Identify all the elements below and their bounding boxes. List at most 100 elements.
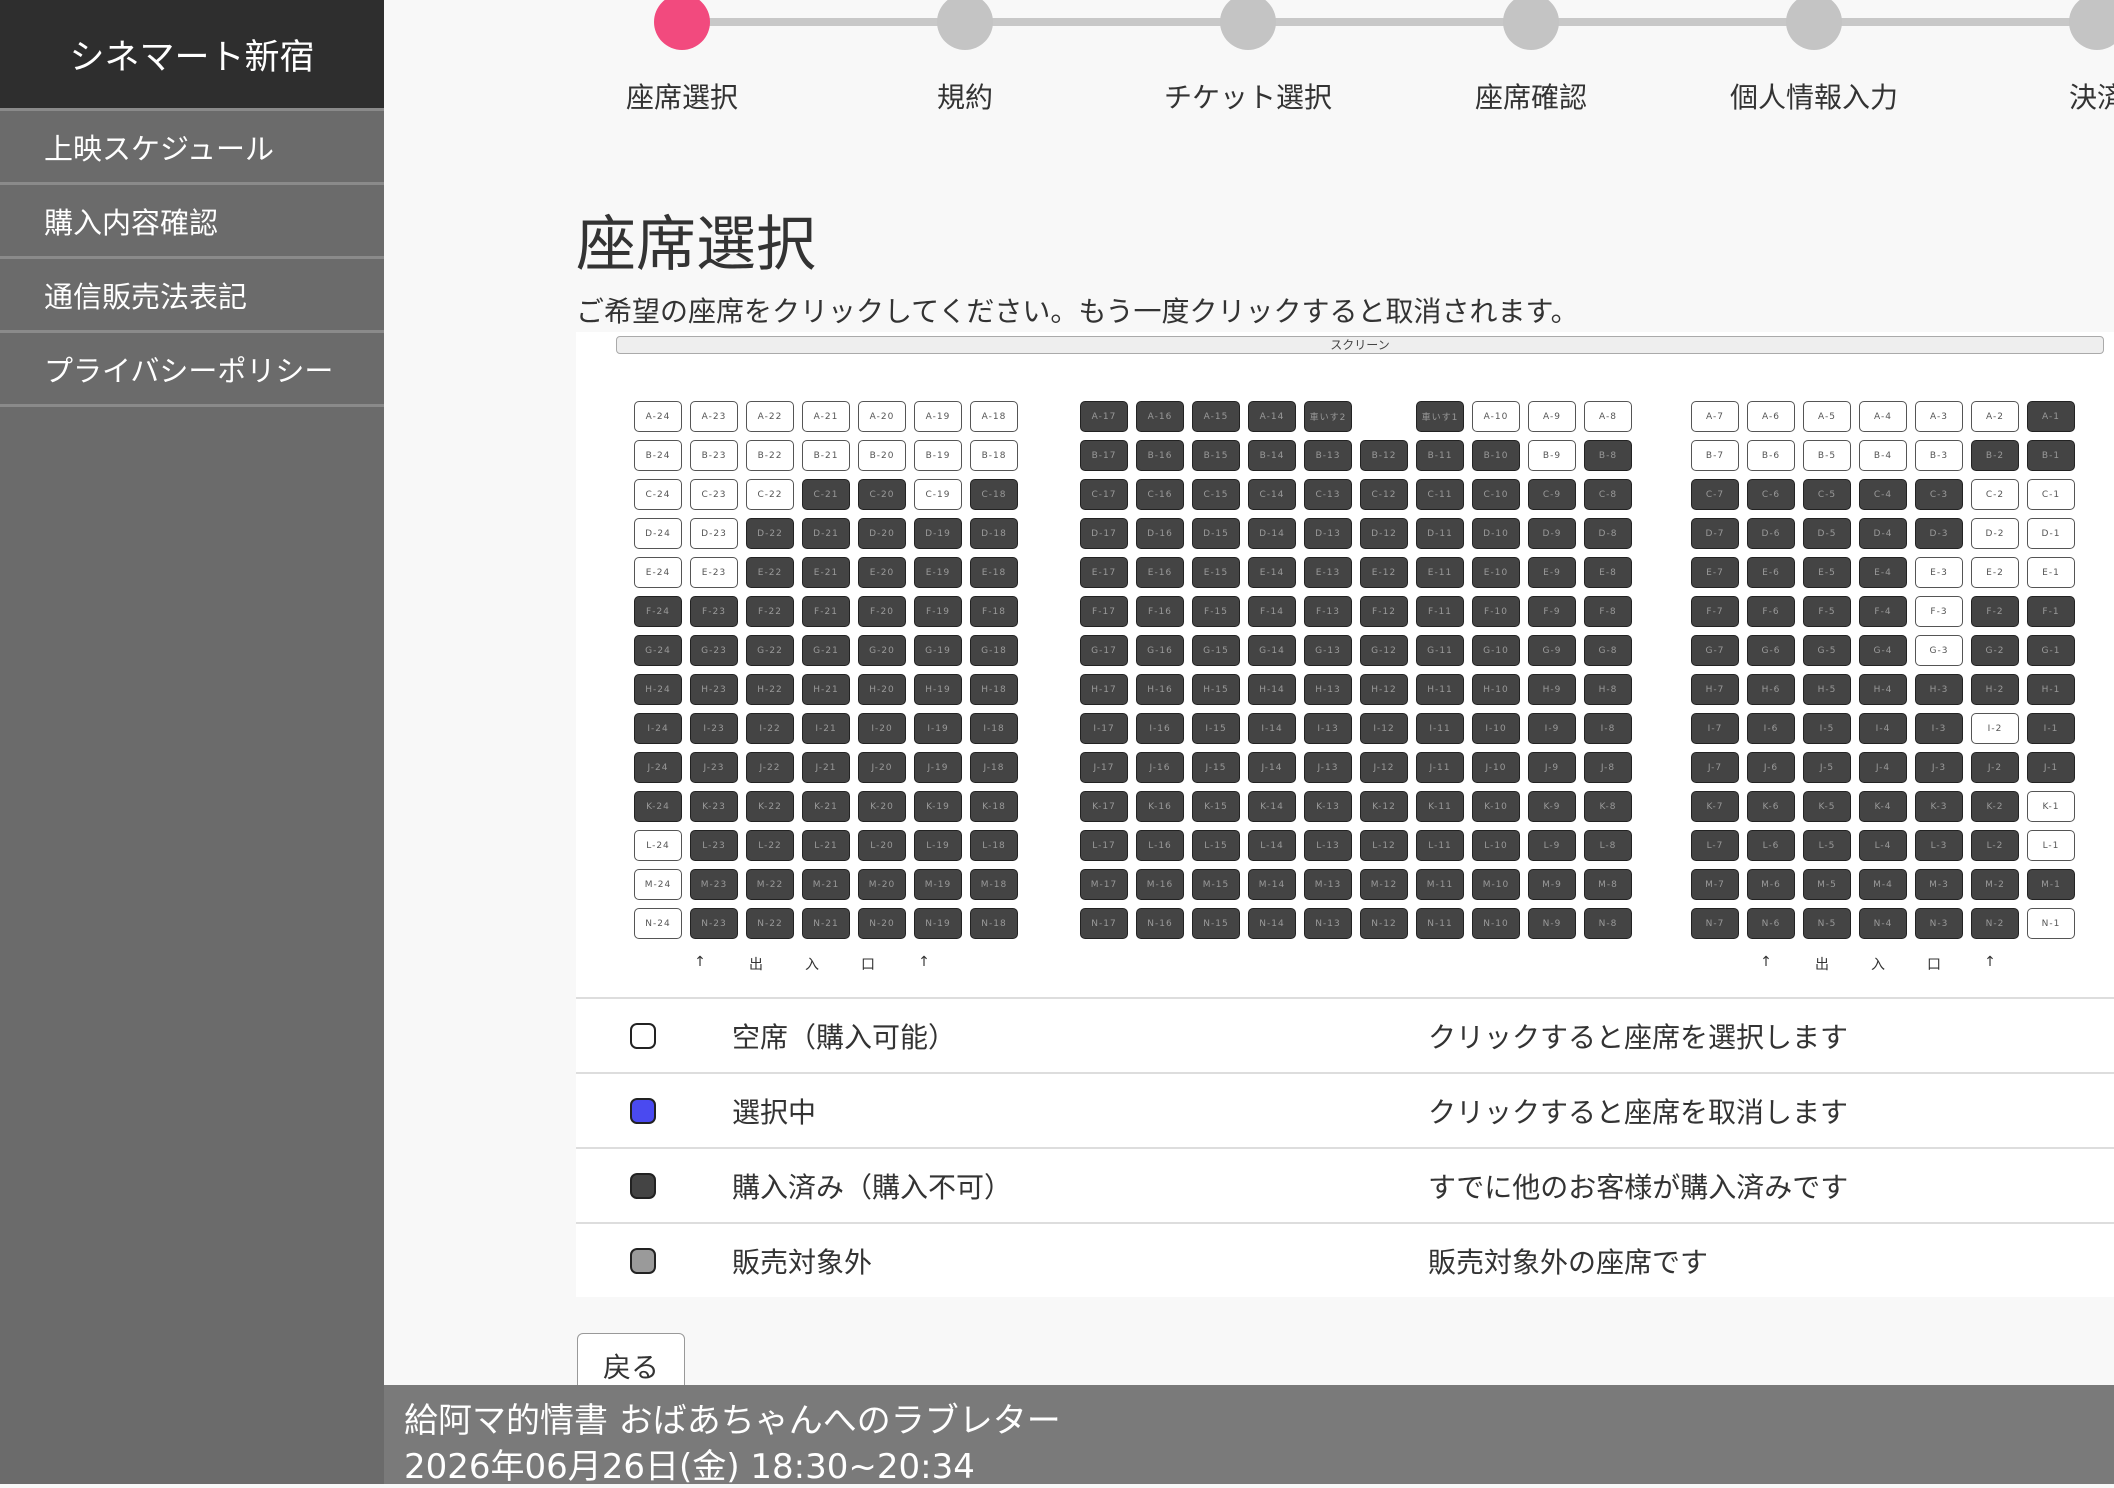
seat-A-7[interactable]: A-7: [1691, 401, 1739, 432]
seat-E-20: E-20: [858, 557, 906, 588]
seat-E-1[interactable]: E-1: [2027, 557, 2075, 588]
seat-H-2: H-2: [1971, 674, 2019, 705]
seat-F-1: F-1: [2027, 596, 2075, 627]
seat-L-3: L-3: [1915, 830, 1963, 861]
seat-J-9: J-9: [1528, 752, 1576, 783]
step-dot: [2069, 0, 2114, 50]
seat-F-3[interactable]: F-3: [1915, 596, 1963, 627]
seat-E-23[interactable]: E-23: [690, 557, 738, 588]
seat-G-15: G-15: [1192, 635, 1240, 666]
seat-G-3[interactable]: G-3: [1915, 635, 1963, 666]
seat-L-24[interactable]: L-24: [634, 830, 682, 861]
seat-D-23[interactable]: D-23: [690, 518, 738, 549]
seat-L-1[interactable]: L-1: [2027, 830, 2075, 861]
seat-A-6[interactable]: A-6: [1747, 401, 1795, 432]
not-for-sale-swatch-icon: [630, 1247, 656, 1274]
seat-A-19[interactable]: A-19: [914, 401, 962, 432]
seat-A-8[interactable]: A-8: [1584, 401, 1632, 432]
step-label: 規約: [936, 81, 993, 114]
seat-D-2[interactable]: D-2: [1971, 518, 2019, 549]
legend-row-selected: 選択中 クリックすると座席を取消します: [576, 1072, 2114, 1147]
seat-D-14: D-14: [1248, 518, 1296, 549]
legend-name: 購入済み（購入不可）: [732, 1170, 1013, 1204]
seat-J-20: J-20: [858, 752, 906, 783]
seat-A-9[interactable]: A-9: [1528, 401, 1576, 432]
seat-B-5[interactable]: B-5: [1803, 440, 1851, 471]
seat-E-15: E-15: [1192, 557, 1240, 588]
seat-B-4[interactable]: B-4: [1859, 440, 1907, 471]
seat-E-24[interactable]: E-24: [634, 557, 682, 588]
seat-N-20: N-20: [858, 908, 906, 939]
seat-C-19[interactable]: C-19: [914, 479, 962, 510]
seat-F-11: F-11: [1416, 596, 1464, 627]
seat-B-3[interactable]: B-3: [1915, 440, 1963, 471]
sidebar-item-legal-notice[interactable]: 通信販売法表記: [0, 259, 384, 333]
seat-D-24[interactable]: D-24: [634, 518, 682, 549]
seat-C-1[interactable]: C-1: [2027, 479, 2075, 510]
seat-M-1: M-1: [2027, 869, 2075, 900]
exit-label: 入: [805, 957, 819, 973]
seat-F-22: F-22: [746, 596, 794, 627]
seat-gap: [1360, 401, 1408, 432]
seat-C-8: C-8: [1584, 479, 1632, 510]
sidebar-item-privacy-policy[interactable]: プライバシーポリシー: [0, 333, 384, 407]
seat-A-10[interactable]: A-10: [1472, 401, 1520, 432]
seat-B-1: B-1: [2027, 440, 2075, 471]
seat-B-22[interactable]: B-22: [746, 440, 794, 471]
seat-A-20[interactable]: A-20: [858, 401, 906, 432]
seat-K-11: K-11: [1416, 791, 1464, 822]
seat-C-23[interactable]: C-23: [690, 479, 738, 510]
seat-A-22[interactable]: A-22: [746, 401, 794, 432]
seat-K-1[interactable]: K-1: [2027, 791, 2075, 822]
seat-E-2[interactable]: E-2: [1971, 557, 2019, 588]
sidebar-item-schedule[interactable]: 上映スケジュール: [0, 111, 384, 185]
seat-A-2[interactable]: A-2: [1971, 401, 2019, 432]
seat-A-18[interactable]: A-18: [970, 401, 1018, 432]
seat-N-4: N-4: [1859, 908, 1907, 939]
seat-F-16: F-16: [1136, 596, 1184, 627]
seat-D-10: D-10: [1472, 518, 1520, 549]
seat-B-19[interactable]: B-19: [914, 440, 962, 471]
seat-N-1[interactable]: N-1: [2027, 908, 2075, 939]
seat-A-23[interactable]: A-23: [690, 401, 738, 432]
seat-B-6[interactable]: B-6: [1747, 440, 1795, 471]
screen-label: スクリーン: [616, 336, 2104, 354]
seat-H-24: H-24: [634, 674, 682, 705]
seat-M-24[interactable]: M-24: [634, 869, 682, 900]
seat-K-15: K-15: [1192, 791, 1240, 822]
seat-A-24[interactable]: A-24: [634, 401, 682, 432]
seat-B-24[interactable]: B-24: [634, 440, 682, 471]
seat-B-18[interactable]: B-18: [970, 440, 1018, 471]
seat-B-13: B-13: [1304, 440, 1352, 471]
seat-C-9: C-9: [1528, 479, 1576, 510]
seat-A-3[interactable]: A-3: [1915, 401, 1963, 432]
sold-swatch-icon: [630, 1172, 656, 1199]
seat-D-1[interactable]: D-1: [2027, 518, 2075, 549]
seat-A-15: A-15: [1192, 401, 1240, 432]
step-dot: [1786, 0, 1842, 50]
seat-B-7[interactable]: B-7: [1691, 440, 1739, 471]
seat-N-19: N-19: [914, 908, 962, 939]
seat-E-21: E-21: [802, 557, 850, 588]
seat-C-22[interactable]: C-22: [746, 479, 794, 510]
seat-A-21[interactable]: A-21: [802, 401, 850, 432]
seat-M-7: M-7: [1691, 869, 1739, 900]
seat-B-20[interactable]: B-20: [858, 440, 906, 471]
seat-A-5[interactable]: A-5: [1803, 401, 1851, 432]
sidebar-item-purchase-check[interactable]: 購入内容確認: [0, 185, 384, 259]
seat-L-4: L-4: [1859, 830, 1907, 861]
seat-K-18: K-18: [970, 791, 1018, 822]
seat-I-2[interactable]: I-2: [1971, 713, 2019, 744]
seat-C-2[interactable]: C-2: [1971, 479, 2019, 510]
seat-B-23[interactable]: B-23: [690, 440, 738, 471]
brand-title[interactable]: シネマート新宿: [0, 0, 384, 111]
seat-B-21[interactable]: B-21: [802, 440, 850, 471]
seat-N-24[interactable]: N-24: [634, 908, 682, 939]
seat-J-13: J-13: [1304, 752, 1352, 783]
seat-K-20: K-20: [858, 791, 906, 822]
seat-C-24[interactable]: C-24: [634, 479, 682, 510]
seat-G-21: G-21: [802, 635, 850, 666]
seat-B-9[interactable]: B-9: [1528, 440, 1576, 471]
seat-E-3[interactable]: E-3: [1915, 557, 1963, 588]
seat-A-4[interactable]: A-4: [1859, 401, 1907, 432]
